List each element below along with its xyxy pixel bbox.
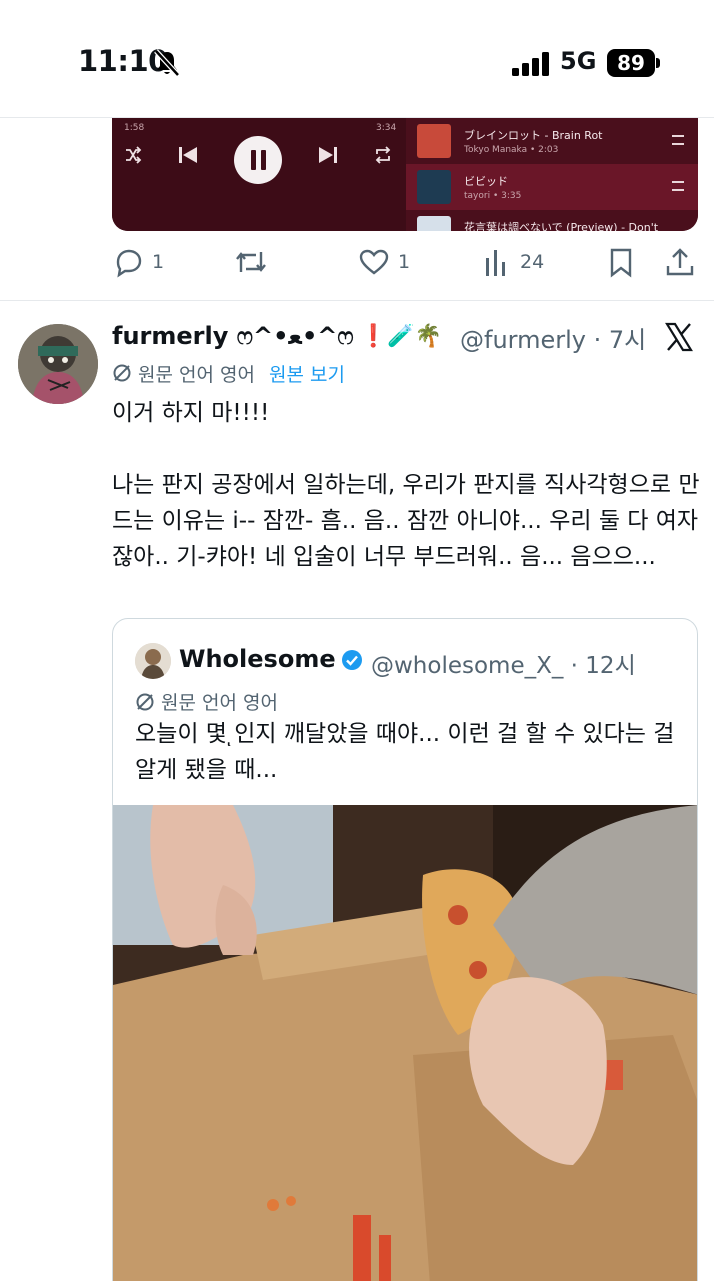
player-controls-panel: 1:58 3:34 bbox=[112, 118, 406, 231]
quoted-video[interactable] bbox=[113, 805, 697, 1281]
views-button[interactable]: 24 bbox=[484, 240, 544, 284]
queue-item-title: ビビッド bbox=[464, 175, 508, 188]
queue-item-playing: ビビッド tayori • 3:35 bbox=[406, 164, 698, 210]
quoted-text: 오늘이 몇 ͅ인지 깨달았을 때야... 이런 걸 할 수 있다는 걸 알게 됐… bbox=[135, 721, 682, 783]
queue-item-subtitle: Tokyo Manaka • 2:03 bbox=[464, 145, 559, 155]
album-art bbox=[417, 124, 451, 158]
author-name-emojis: ❗🧪🌴 bbox=[359, 323, 442, 349]
drag-handle-icon bbox=[672, 135, 684, 145]
quoted-avatar-image bbox=[135, 643, 171, 679]
verified-badge-icon bbox=[342, 650, 362, 670]
queue-item-title: 花言葉は調べないで (Preview) - Don't bbox=[464, 221, 659, 231]
reply-count: 1 bbox=[152, 251, 165, 273]
views-icon bbox=[486, 250, 505, 276]
quoted-handle-time: @wholesome_X_ · 12시 bbox=[371, 653, 636, 679]
quoted-translation-row: 원문 언어 영어 bbox=[135, 688, 278, 715]
tweet-author[interactable]: furmerly ෆ^•ﻌ•^ෆ ❗🧪🌴 bbox=[112, 316, 442, 356]
pause-icon bbox=[251, 150, 266, 170]
elapsed-time: 1:58 bbox=[124, 123, 145, 133]
signal-icon bbox=[512, 52, 549, 76]
quoted-avatar bbox=[135, 643, 171, 679]
author-handle-time[interactable]: @furmerly · 7시 bbox=[460, 320, 646, 355]
drag-handle-icon bbox=[672, 181, 684, 191]
battery-tip bbox=[656, 58, 660, 68]
pause-button bbox=[234, 136, 282, 184]
quoted-translation-label: 원문 언어 영어 bbox=[161, 692, 278, 714]
reply-button[interactable]: 1 bbox=[112, 240, 164, 284]
tweet-text: 이거 하지 마!!!! 나는 판지 공장에서 일하는데, 우리가 판지를 직사각… bbox=[112, 400, 700, 570]
play-queue: ブレインロット - Brain Rot Tokyo Manaka • 2:03 … bbox=[406, 118, 698, 231]
shuffle-icon bbox=[126, 146, 142, 164]
network-type: 5G bbox=[560, 47, 597, 75]
like-count: 1 bbox=[398, 251, 411, 273]
translation-row: 원문 언어 영어 원본 보기 bbox=[112, 359, 345, 387]
album-art bbox=[417, 170, 451, 204]
previous-tweet-actions: 1 1 24 bbox=[0, 240, 714, 286]
quoted-tweet[interactable]: Wholesome @wholesome_X_ · 12시 원문 언어 영어 오… bbox=[112, 618, 698, 1281]
translate-icon bbox=[113, 364, 131, 382]
view-count: 24 bbox=[520, 251, 545, 273]
like-button[interactable]: 1 bbox=[358, 240, 410, 284]
queue-item-title: ブレインロット - Brain Rot bbox=[464, 129, 603, 142]
avatar[interactable] bbox=[18, 324, 98, 404]
repost-button[interactable] bbox=[234, 240, 268, 284]
queue-item: 花言葉は調べないで (Preview) - Don't bbox=[406, 210, 698, 231]
repost-icon bbox=[236, 252, 266, 272]
translation-label: 원문 언어 영어 bbox=[138, 363, 255, 386]
x-logo-icon bbox=[665, 322, 693, 352]
share-button[interactable] bbox=[664, 240, 696, 284]
repeat-icon bbox=[375, 146, 391, 164]
status-bar: 11:10 5G 89 bbox=[0, 0, 714, 118]
video-frame bbox=[113, 805, 697, 1281]
heart-icon bbox=[359, 249, 389, 275]
bell-muted-icon bbox=[154, 49, 180, 77]
next-track-icon bbox=[319, 147, 337, 163]
tweet-divider bbox=[0, 300, 714, 301]
author-display-name: furmerly ෆ^•ﻌ•^ෆ bbox=[112, 322, 354, 350]
battery-icon: 89 bbox=[607, 49, 655, 77]
previous-track-icon bbox=[179, 147, 197, 163]
queue-item-subtitle: tayori • 3:35 bbox=[464, 191, 522, 201]
queue-item: ブレインロット - Brain Rot Tokyo Manaka • 2:03 bbox=[406, 118, 698, 164]
quoted-display-name: Wholesome bbox=[179, 645, 336, 673]
share-icon bbox=[666, 248, 694, 276]
track-duration: 3:34 bbox=[376, 123, 397, 133]
translate-icon bbox=[136, 693, 154, 710]
album-art bbox=[417, 216, 451, 231]
avatar-image bbox=[18, 324, 98, 404]
reply-icon bbox=[116, 249, 142, 278]
bookmark-icon bbox=[610, 248, 632, 278]
bookmark-button[interactable] bbox=[606, 240, 636, 284]
previous-tweet-media[interactable]: 1:58 3:34 ブレインロット - Brain Rot Tokyo Mana… bbox=[112, 118, 698, 231]
show-original-link[interactable]: 원본 보기 bbox=[269, 360, 345, 387]
